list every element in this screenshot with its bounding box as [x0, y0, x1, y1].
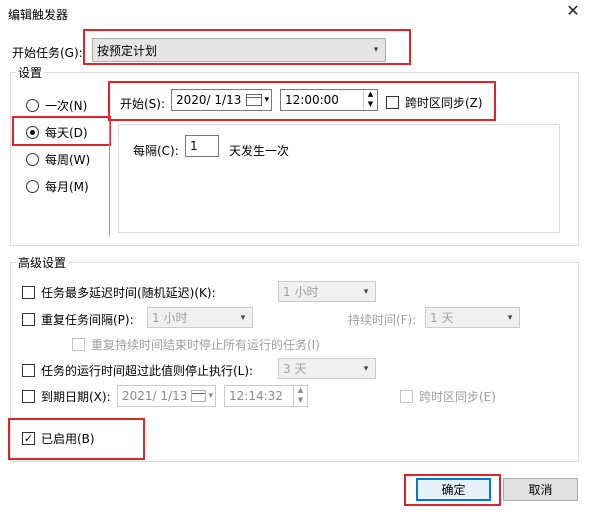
- radio-icon[interactable]: [26, 153, 39, 166]
- stop-exceed-value: 3 天: [283, 362, 307, 376]
- enabled-checkbox[interactable]: ✓ 已启用(B): [22, 430, 95, 447]
- start-label: 开始(S):: [120, 97, 166, 111]
- close-icon[interactable]: ✕: [562, 2, 584, 22]
- spin-up-icon[interactable]: ▲: [294, 386, 307, 396]
- expire-sync-label: 跨时区同步(E): [419, 390, 496, 404]
- chevron-down-icon: ▾: [240, 312, 246, 323]
- repeat-label: 重复任务间隔(P):: [41, 313, 134, 327]
- chevron-down-icon[interactable]: ▾: [206, 391, 215, 401]
- start-task-value: 按预定计划: [97, 43, 158, 58]
- radio-daily-label: 每天(D): [45, 126, 88, 140]
- radio-icon[interactable]: [26, 99, 39, 112]
- checkbox-icon[interactable]: [22, 390, 35, 403]
- chevron-down-icon: ▾: [363, 286, 369, 297]
- chevron-down-icon: ▾: [373, 45, 379, 55]
- max-delay-checkbox[interactable]: 任务最多延迟时间(随机延迟)(K):: [22, 284, 216, 301]
- radio-daily[interactable]: 每天(D): [26, 124, 88, 141]
- stop-exceed-label: 任务的运行时间超过此值则停止执行(L):: [41, 364, 254, 378]
- repeat-checkbox[interactable]: 重复任务间隔(P):: [22, 311, 134, 328]
- duration-value: 1 天: [430, 311, 454, 325]
- radio-weekly[interactable]: 每周(W): [26, 151, 90, 168]
- duration-label: 持续时间(F):: [348, 313, 417, 327]
- every-label: 每隔(C):: [133, 144, 179, 158]
- radio-weekly-label: 每周(W): [45, 153, 91, 167]
- start-date-picker[interactable]: 2020/ 1/13 ▾: [171, 89, 272, 111]
- stop-running-label: 重复持续时间结束时停止所有运行的任务(I): [91, 338, 320, 352]
- start-date-value: 2020/ 1/13: [176, 93, 242, 107]
- duration-select[interactable]: 1 天 ▾: [425, 307, 520, 328]
- chevron-down-icon: ▾: [363, 363, 369, 374]
- repeat-interval-value: 1 小时: [152, 311, 188, 325]
- calendar-icon[interactable]: [246, 94, 263, 106]
- checkbox-icon[interactable]: [22, 313, 35, 326]
- every-suffix: 天发生一次: [229, 144, 290, 158]
- spin-down-icon[interactable]: ▼: [294, 396, 307, 406]
- expire-date-picker[interactable]: 2021/ 1/13 ▾: [117, 385, 216, 407]
- sync-timezone-label: 跨时区同步(Z): [405, 96, 483, 110]
- start-time-value: 12:00:00: [285, 93, 339, 107]
- max-delay-value: 1 小时: [283, 285, 319, 299]
- radio-once[interactable]: 一次(N): [26, 97, 87, 114]
- expire-time-input[interactable]: 12:14:32 ▲ ▼: [224, 385, 308, 407]
- radio-monthly-label: 每月(M): [45, 180, 89, 194]
- cancel-button[interactable]: 取消: [503, 478, 578, 501]
- checkbox-icon[interactable]: [22, 364, 35, 377]
- expire-date-value: 2021/ 1/13: [122, 389, 188, 403]
- calendar-icon[interactable]: [191, 390, 207, 402]
- start-task-label: 开始任务(G):: [12, 46, 83, 60]
- chevron-down-icon[interactable]: ▾: [262, 95, 271, 105]
- stop-running-checkbox[interactable]: 重复持续时间结束时停止所有运行的任务(I): [72, 336, 320, 353]
- spin-up-icon[interactable]: ▲: [364, 90, 377, 100]
- sync-timezone-checkbox[interactable]: 跨时区同步(Z): [386, 94, 483, 111]
- start-time-input[interactable]: 12:00:00 ▲ ▼: [280, 89, 378, 111]
- advanced-legend: 高级设置: [16, 254, 69, 271]
- max-delay-label: 任务最多延迟时间(随机延迟)(K):: [41, 286, 216, 300]
- settings-legend: 设置: [16, 64, 45, 81]
- radio-once-label: 一次(N): [45, 99, 88, 113]
- checkbox-icon[interactable]: [400, 390, 413, 403]
- checkbox-icon[interactable]: [72, 338, 85, 351]
- stop-exceed-select[interactable]: 3 天 ▾: [278, 358, 376, 379]
- window-title: 编辑触发器: [8, 8, 69, 22]
- expire-label: 到期日期(X):: [41, 390, 111, 404]
- every-days-value: 1: [190, 139, 198, 153]
- chevron-down-icon: ▾: [507, 312, 513, 323]
- every-days-input[interactable]: 1: [185, 135, 219, 157]
- time-spinner[interactable]: ▲ ▼: [363, 90, 377, 110]
- time-spinner[interactable]: ▲ ▼: [293, 386, 307, 406]
- radio-monthly[interactable]: 每月(M): [26, 178, 89, 195]
- max-delay-select[interactable]: 1 小时 ▾: [278, 281, 376, 302]
- check-icon[interactable]: ✓: [22, 432, 35, 445]
- ok-button[interactable]: 确定: [416, 478, 491, 501]
- checkbox-icon[interactable]: [386, 96, 399, 109]
- start-task-select[interactable]: 按预定计划 ▾: [92, 38, 386, 62]
- stop-exceed-checkbox[interactable]: 任务的运行时间超过此值则停止执行(L):: [22, 362, 253, 379]
- checkbox-icon[interactable]: [22, 286, 35, 299]
- radio-selected-icon[interactable]: [26, 126, 39, 139]
- repeat-interval-select[interactable]: 1 小时 ▾: [147, 307, 253, 328]
- spin-down-icon[interactable]: ▼: [364, 100, 377, 110]
- expire-sync-checkbox[interactable]: 跨时区同步(E): [400, 388, 496, 405]
- enabled-label: 已启用(B): [41, 432, 95, 446]
- radio-icon[interactable]: [26, 180, 39, 193]
- expire-checkbox[interactable]: 到期日期(X):: [22, 388, 111, 405]
- expire-time-value: 12:14:32: [229, 389, 283, 403]
